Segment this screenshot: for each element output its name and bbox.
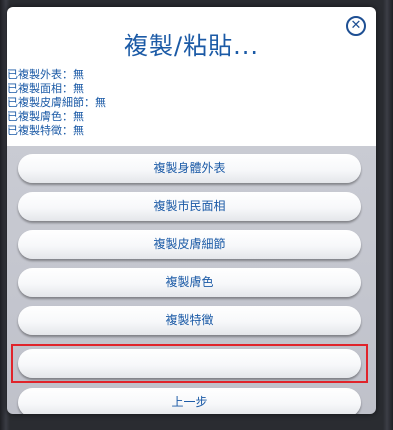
copy-body-appearance-button[interactable]: 複製身體外表 [18,154,361,183]
close-icon: ✕ [350,18,362,33]
copy-skin-details-button[interactable]: 複製皮膚細節 [18,230,361,259]
dialog-title: 複製/粘貼... [124,32,259,60]
highlight-frame [11,344,368,383]
status-copied-face: 已複製面相：無 [7,82,84,95]
copy-traits-button[interactable]: 複製特徵 [18,306,361,335]
status-copied-traits: 已複製特徵：無 [7,124,84,137]
status-copied-skin-details: 已複製皮膚細節：無 [7,96,106,109]
status-copied-skin-tone: 已複製膚色：無 [7,110,84,123]
dialog-header: 複製/粘貼... ✕ 已複製外表：無 已複製面相：無 已複製皮膚細節：無 已複製… [7,7,376,146]
close-button[interactable]: ✕ [346,16,366,36]
copy-skin-tone-button[interactable]: 複製膚色 [18,268,361,297]
status-copied-appearance: 已複製外表：無 [7,68,84,81]
options-panel: 複製身體外表 複製市民面相 複製皮膚細節 複製膚色 複製特徵 上一步 [7,146,376,414]
copy-paste-dialog: 複製/粘貼... ✕ 已複製外表：無 已複製面相：無 已複製皮膚細節：無 已複製… [7,7,376,414]
copied-status-list: 已複製外表：無 已複製面相：無 已複製皮膚細節：無 已複製膚色：無 已複製特徵：… [7,68,307,138]
back-button[interactable]: 上一步 [18,388,361,414]
copy-townie-face-button[interactable]: 複製市民面相 [18,192,361,221]
